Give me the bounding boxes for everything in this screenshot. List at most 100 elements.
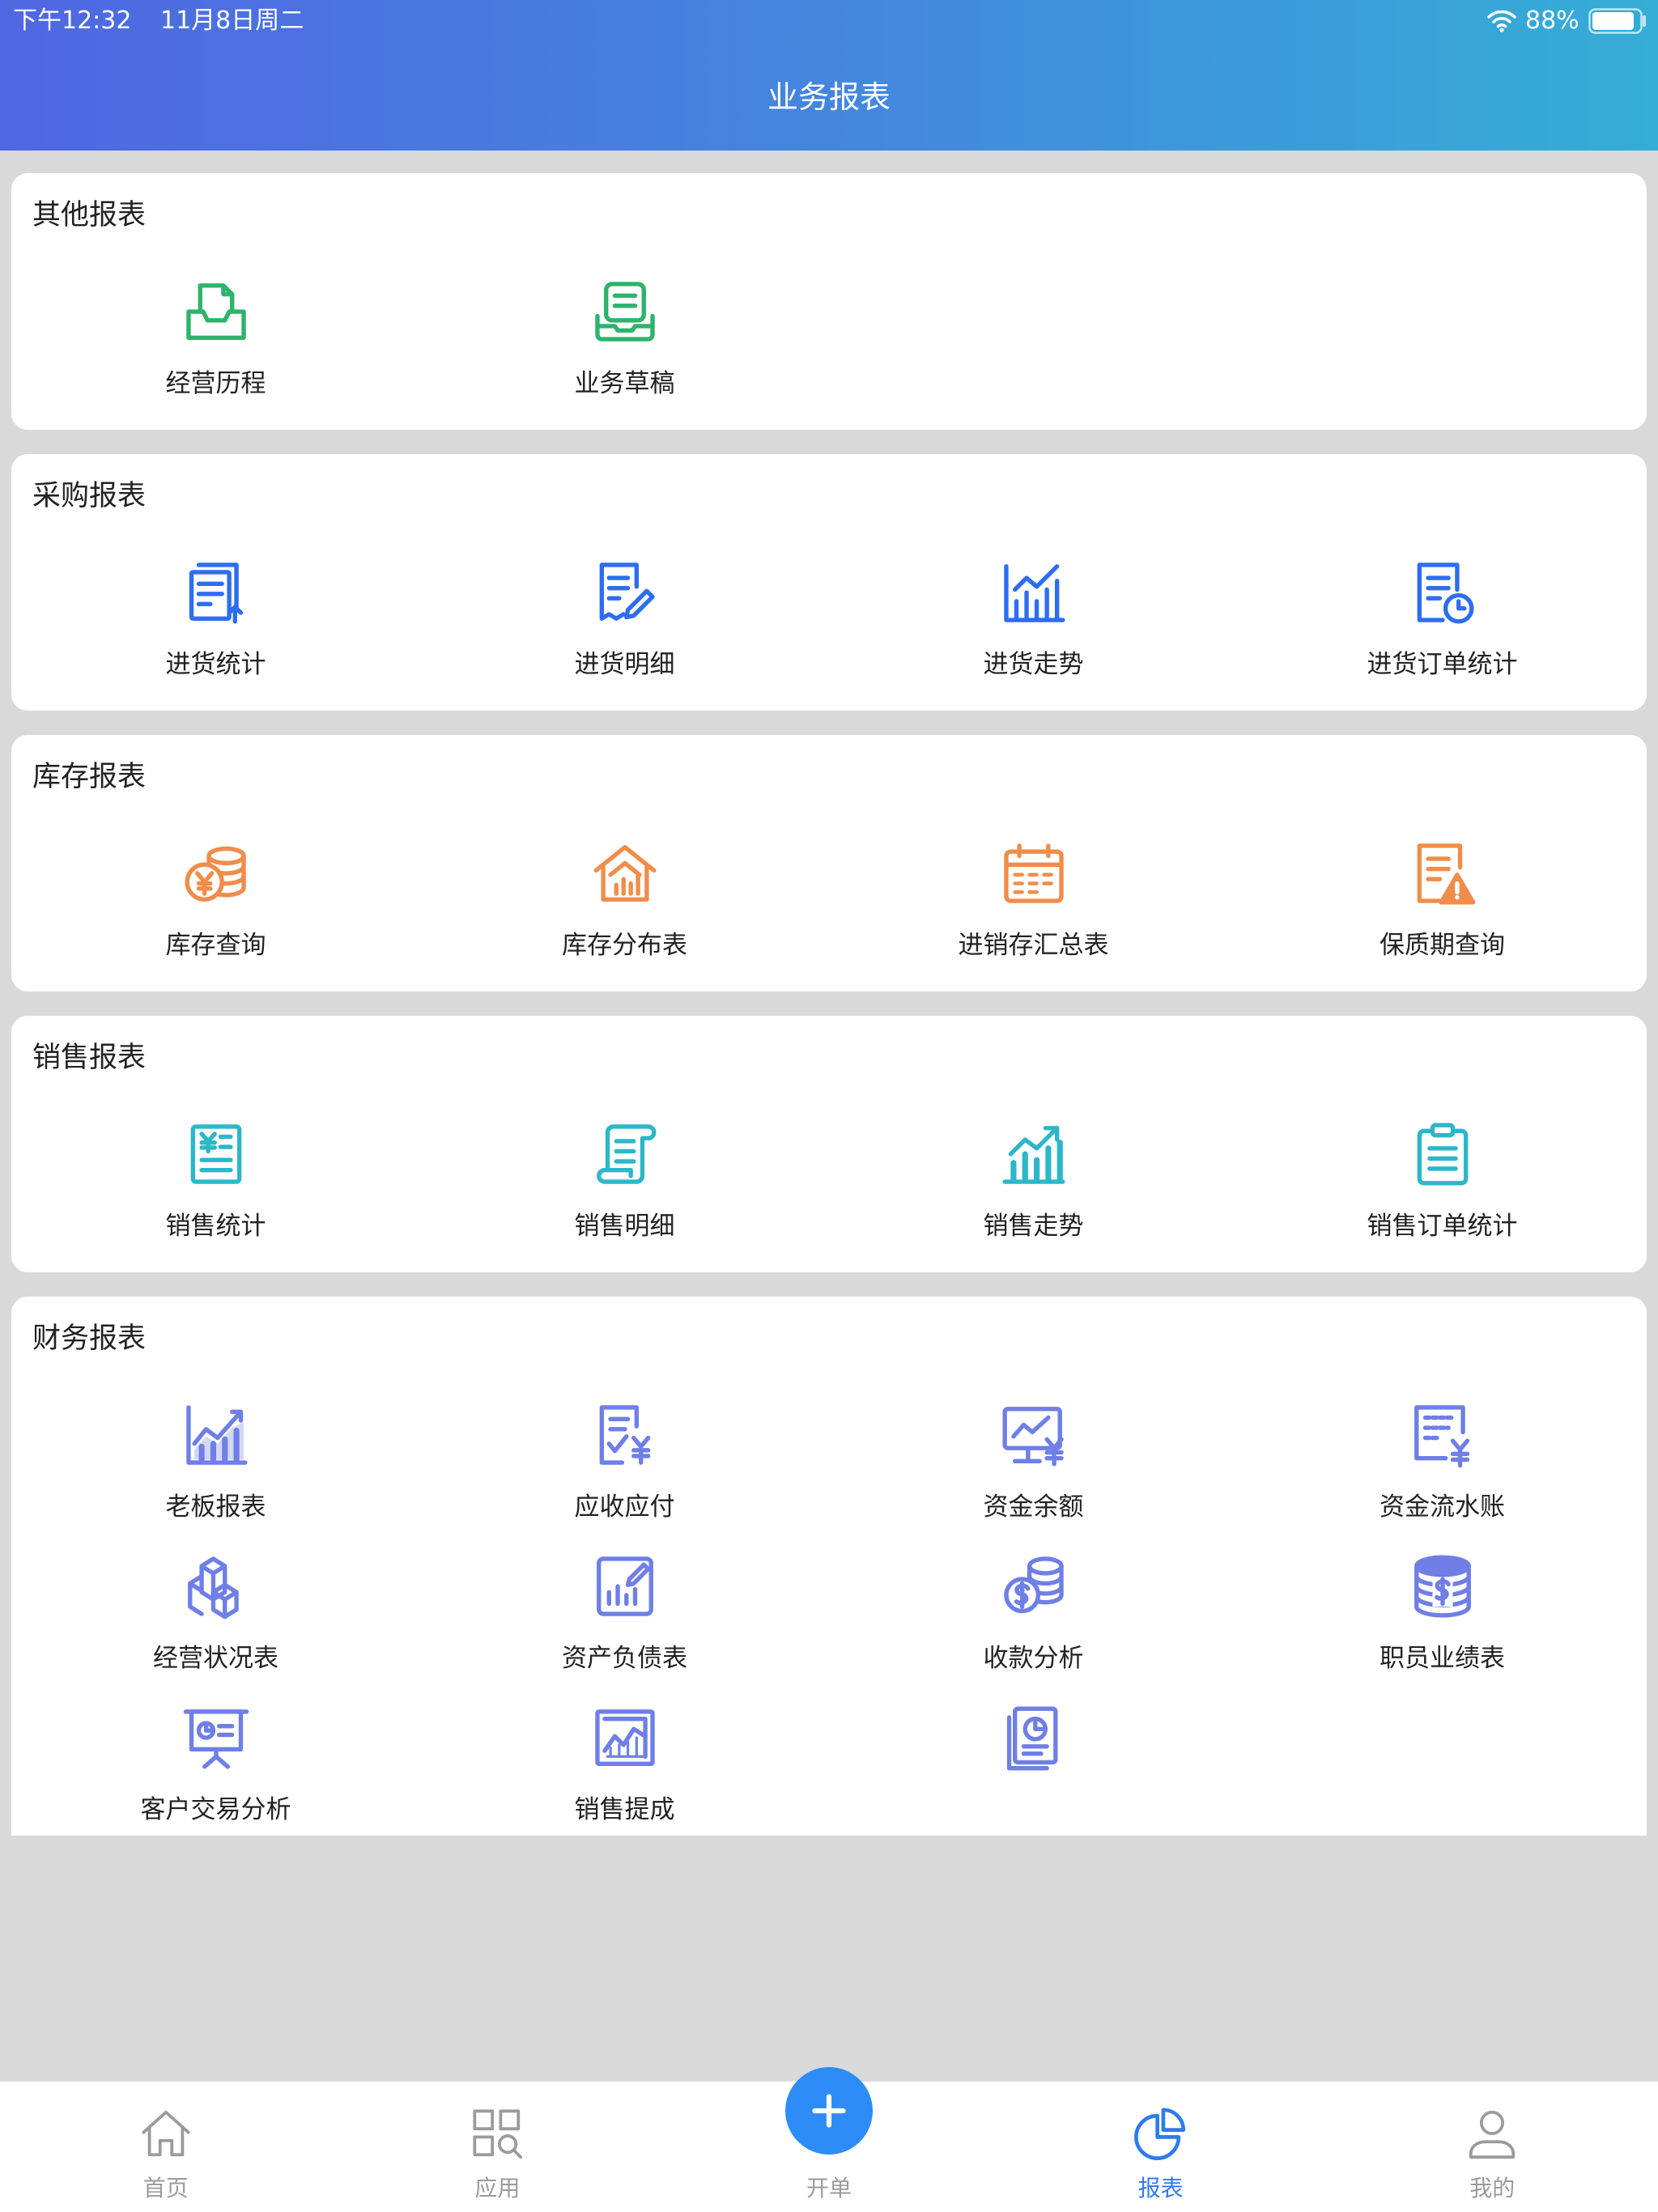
report-label: 经营历程 (165, 369, 266, 398)
scroll-icon (596, 1124, 656, 1184)
section-title: 采购报表 (32, 480, 147, 512)
report-label: 进销存汇总表 (958, 931, 1109, 960)
tab-home[interactable]: 首页 (0, 2082, 332, 2212)
presentation-icon (183, 1709, 249, 1769)
report-purchase-details[interactable]: 进货明细 (420, 558, 829, 709)
tab-label: 报表 (1137, 2175, 1184, 2201)
tab-reports[interactable]: 报表 (995, 2082, 1327, 2212)
report-sales-details[interactable]: 销售明细 (420, 1119, 829, 1271)
report-collection-analysis[interactable]: 收款分析 (829, 1552, 1238, 1703)
report-business-history[interactable]: 经营历程 (11, 277, 420, 428)
section-purchase-reports: 采购报表 进货统计 进货明细 进货走势 进货订单统计 (11, 454, 1647, 711)
report-boss-report[interactable]: 老板报表 (11, 1400, 420, 1552)
report-label: 进货订单统计 (1367, 650, 1518, 679)
section-title: 销售报表 (32, 1042, 147, 1074)
report-unlabeled-document[interactable] (829, 1703, 1238, 1854)
document-warning-icon (1417, 843, 1475, 905)
report-label: 资产负债表 (562, 1644, 687, 1673)
coins-dollar-icon (1003, 1556, 1064, 1614)
tab-profile[interactable]: 我的 (1326, 2082, 1658, 2212)
coin-stack-dollar-icon (1414, 1555, 1471, 1618)
report-fund-journal[interactable]: 资金流水账 (1238, 1400, 1647, 1552)
report-label: 库存分布表 (562, 931, 687, 960)
create-order-button[interactable] (784, 2067, 873, 2155)
report-purchase-stats[interactable]: 进货统计 (11, 558, 420, 709)
tab-label: 首页 (142, 2175, 189, 2201)
report-fund-balance[interactable]: 资金余额 (829, 1400, 1238, 1552)
draft-icon (594, 282, 655, 342)
tab-apps[interactable]: 应用 (332, 2082, 664, 2212)
warehouse-chart-icon (593, 845, 657, 902)
report-purchase-order-stats[interactable]: 进货订单统计 (1238, 558, 1647, 709)
building-blocks-icon (187, 1556, 239, 1620)
bar-rising-icon (1001, 1126, 1065, 1184)
battery-percent: 88% (1525, 6, 1579, 35)
report-receivables-payables[interactable]: 应收应付 (420, 1400, 829, 1552)
status-time: 下午12:32 (13, 6, 132, 35)
tab-create-order[interactable]: 开单 (663, 2067, 995, 2212)
report-sales-order-stats[interactable]: 销售订单统计 (1238, 1119, 1647, 1271)
tab-label: 开单 (806, 2175, 852, 2201)
receipt-yen-icon (190, 1124, 241, 1184)
section-inventory-reports: 库存报表 库存查询 库存分布表 进销存汇总表 保质期查询 (11, 735, 1647, 991)
app-header: 下午12:32 11月8日周二 88% 业务报表 (0, 0, 1658, 151)
battery-icon (1588, 8, 1646, 34)
report-inventory-summary[interactable]: 进销存汇总表 (829, 839, 1238, 990)
apps-icon (473, 2109, 523, 2159)
report-label: 资金余额 (983, 1492, 1084, 1522)
home-icon (142, 2110, 190, 2157)
report-shelf-life-query[interactable]: 保质期查询 (1238, 839, 1647, 990)
report-purchase-trend[interactable]: 进货走势 (829, 558, 1238, 709)
report-balance-sheet[interactable]: 资产负债表 (420, 1552, 829, 1703)
report-business-status[interactable]: 经营状况表 (11, 1552, 420, 1703)
report-label: 进货统计 (165, 650, 266, 679)
report-label: 客户交易分析 (140, 1795, 291, 1824)
monitor-yen-icon (1001, 1407, 1064, 1467)
document-edit-icon (599, 563, 655, 621)
inbox-icon (185, 283, 246, 340)
report-business-drafts[interactable]: 业务草稿 (420, 277, 829, 428)
status-date: 11月8日周二 (160, 6, 304, 35)
framed-chart-icon (594, 1709, 655, 1766)
report-label: 销售明细 (574, 1212, 675, 1241)
pie-chart-icon (1133, 2108, 1185, 2160)
report-label: 进货走势 (983, 650, 1084, 679)
report-label: 收款分析 (983, 1644, 1084, 1673)
area-chart-icon (185, 1405, 248, 1465)
report-label: 应收应付 (574, 1492, 675, 1522)
report-staff-performance[interactable]: 职员业绩表 (1238, 1552, 1647, 1703)
report-label: 进货明细 (574, 650, 675, 679)
report-label: 库存查询 (165, 931, 266, 960)
document-pie-icon (1006, 1706, 1058, 1771)
report-sales-trend[interactable]: 销售走势 (829, 1119, 1238, 1271)
report-sales-commission[interactable]: 销售提成 (420, 1703, 829, 1854)
section-finance-reports: 财务报表 老板报表 应收应付 资金余额 资金流水账 经营状况表 资产负债表 收款… (11, 1297, 1647, 1836)
wifi-icon (1487, 10, 1516, 32)
report-label: 销售提成 (574, 1795, 675, 1824)
tab-label: 我的 (1469, 2175, 1516, 2201)
clipboard-icon (1417, 1123, 1468, 1186)
invoice-yen-icon (599, 1405, 650, 1465)
section-sales-reports: 销售报表 销售统计 销售明细 销售走势 销售订单统计 (11, 1016, 1647, 1272)
tab-label: 应用 (474, 2175, 521, 2201)
chart-edit-icon (596, 1556, 653, 1616)
bar-trend-icon (1003, 564, 1065, 622)
document-stack-icon (189, 563, 243, 624)
report-stock-query[interactable]: 库存查询 (11, 839, 420, 990)
user-icon (1469, 2110, 1516, 2159)
report-label: 经营状况表 (153, 1644, 278, 1673)
coins-yen-icon (184, 846, 246, 902)
calendar-icon (1003, 843, 1064, 903)
report-sales-stats[interactable]: 销售统计 (11, 1119, 420, 1271)
report-customer-transaction-analysis[interactable]: 客户交易分析 (11, 1703, 420, 1854)
report-label: 保质期查询 (1380, 931, 1505, 960)
section-title: 库存报表 (32, 761, 147, 793)
plus-icon (812, 2094, 846, 2128)
document-yen-icon (1414, 1405, 1469, 1468)
section-title: 财务报表 (32, 1323, 147, 1355)
report-label: 老板报表 (165, 1492, 266, 1522)
report-label: 职员业绩表 (1380, 1644, 1505, 1673)
section-title: 其他报表 (32, 199, 147, 231)
report-label: 业务草稿 (574, 369, 675, 398)
report-stock-distribution[interactable]: 库存分布表 (420, 839, 829, 990)
